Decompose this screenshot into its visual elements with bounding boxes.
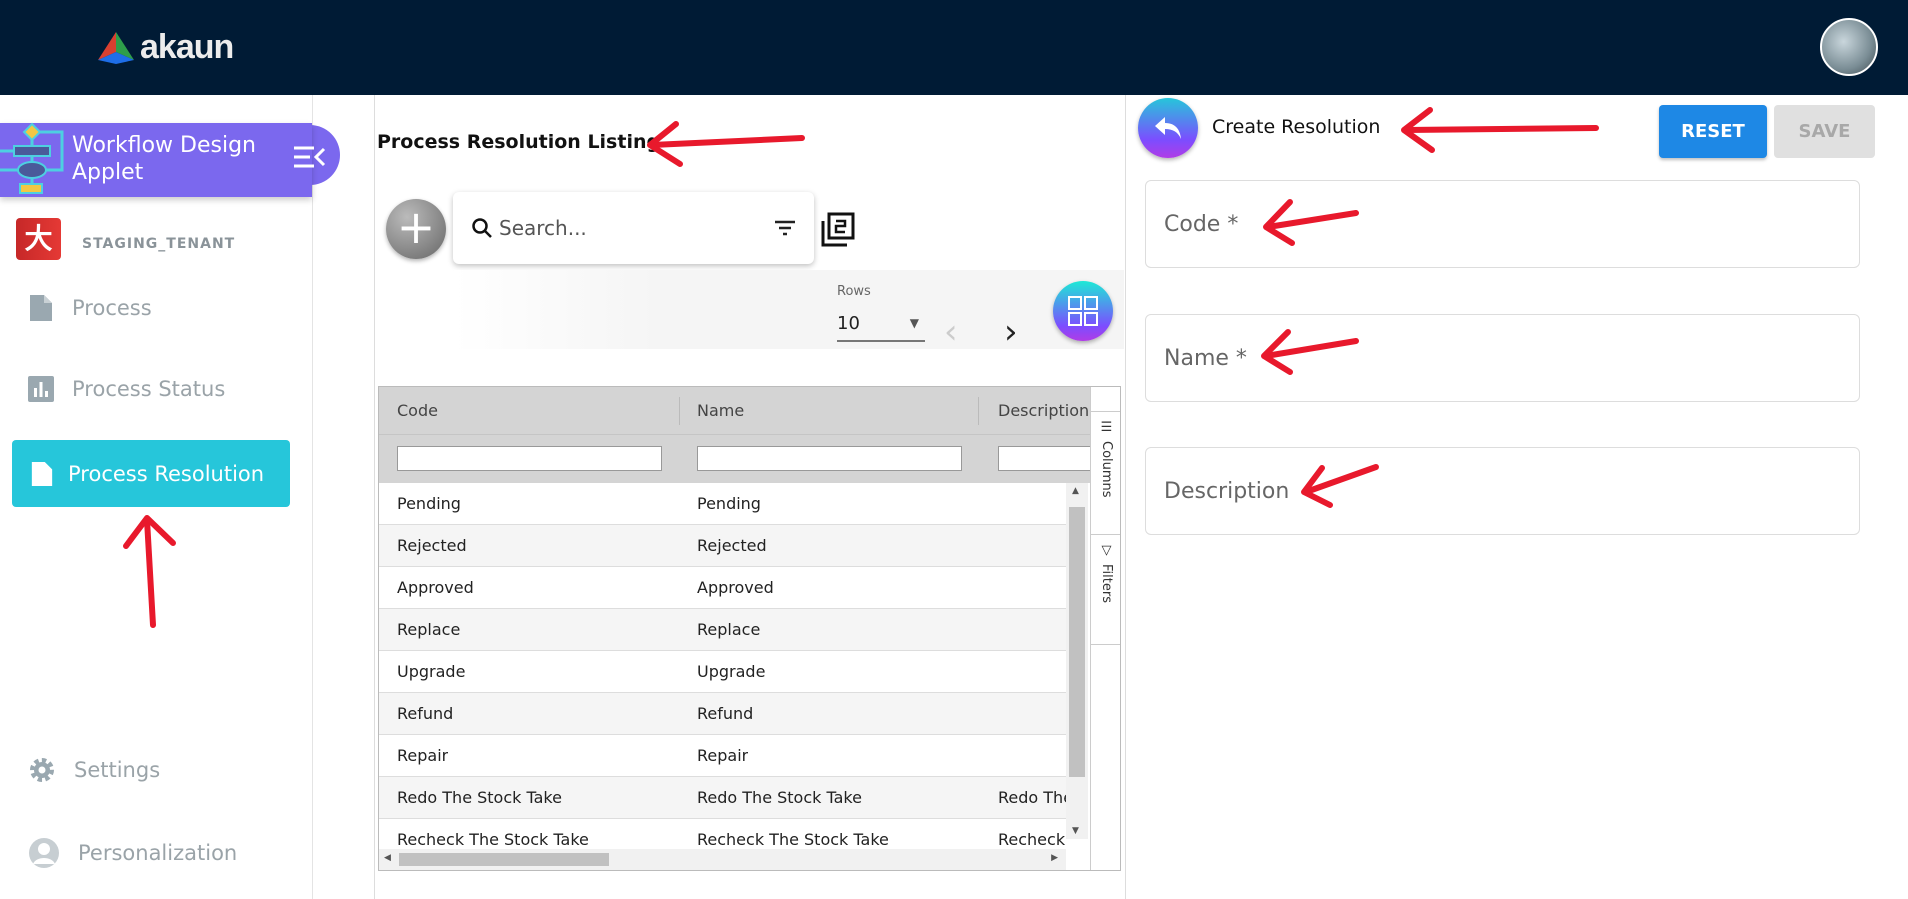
next-page-button[interactable]: ›	[1004, 312, 1018, 352]
file-icon	[30, 295, 52, 321]
code-cell: Approved	[397, 578, 474, 597]
sidebar-item-process-resolution[interactable]: Process Resolution	[12, 440, 290, 507]
table-body: Pending Pending Rejected Rejected Approved Ap…	[379, 483, 1066, 849]
search-icon	[472, 218, 492, 238]
grid-view-button[interactable]	[1053, 281, 1113, 341]
code-cell: Refund	[397, 704, 454, 723]
name-cell: Approved	[697, 578, 774, 597]
reset-button[interactable]: RESET	[1659, 105, 1767, 158]
code-cell: Redo The Stock Take	[397, 788, 562, 807]
name-cell: Redo The Stock Take	[697, 788, 862, 807]
save-button[interactable]: SAVE	[1774, 105, 1875, 158]
search-input[interactable]	[499, 216, 774, 240]
tenant-logo: 大	[16, 218, 61, 260]
description-field[interactable]: Description	[1145, 447, 1860, 535]
name-filter-input[interactable]	[697, 446, 962, 471]
code-cell: Recheck The Stock Take	[397, 830, 589, 849]
user-avatar[interactable]	[1820, 18, 1878, 76]
form-title: Create Resolution	[1212, 116, 1381, 138]
grid-icon	[1068, 296, 1098, 326]
top-bar	[0, 0, 1908, 95]
sidebar-item-process-status[interactable]: Process Status	[28, 376, 225, 402]
table-row[interactable]: Refund Refund	[379, 693, 1066, 735]
table-row[interactable]: Rejected Rejected	[379, 525, 1066, 567]
name-cell: Recheck The Stock Take	[697, 830, 889, 849]
sidebar-item-label: Process	[72, 296, 152, 320]
search-box	[453, 192, 814, 264]
name-cell: Upgrade	[697, 662, 766, 681]
filters-tab[interactable]: ▽ Filters	[1091, 535, 1120, 645]
sidebar-item-label: Personalization	[78, 841, 238, 865]
previous-page-button[interactable]: ‹	[944, 312, 958, 352]
pagination-bar	[454, 270, 1124, 349]
workflow-icon	[0, 122, 64, 194]
grid-side-panel: ☰ Columns ▽ Filters	[1090, 387, 1120, 870]
rows-per-page-select[interactable]: 10 ▼	[837, 306, 925, 342]
code-field-label: Code *	[1164, 211, 1239, 237]
rows-value: 10	[837, 312, 860, 334]
sidebar-item-label: Settings	[74, 758, 161, 782]
table-row[interactable]: Redo The Stock Take Redo The Stock Take Re…	[379, 777, 1066, 819]
column-filter-row	[379, 434, 1118, 483]
dropdown-arrow-icon: ▼	[909, 316, 919, 330]
table-row[interactable]: Repair Repair	[379, 735, 1066, 777]
resolution-table: Code Name Description Pending Pending Reje…	[378, 386, 1121, 871]
name-cell: Repair	[697, 746, 749, 765]
table-row[interactable]: Approved Approved	[379, 567, 1066, 609]
code-cell: Upgrade	[397, 662, 466, 681]
listing-title: Process Resolution Listing	[377, 131, 661, 153]
bar-chart-icon	[28, 376, 54, 402]
name-cell: Refund	[697, 704, 754, 723]
person-icon	[29, 838, 59, 868]
code-cell: Pending	[397, 494, 461, 513]
rows-label: Rows	[837, 284, 871, 299]
akaun-logo[interactable]: akaun	[96, 28, 234, 67]
sidebar-item-label: Process Resolution	[68, 461, 265, 486]
name-cell: Replace	[697, 620, 761, 639]
table-row[interactable]: Pending Pending	[379, 483, 1066, 525]
description-cell: Redo The	[998, 788, 1066, 807]
vertical-scrollbar[interactable]: ▲ ▼	[1066, 483, 1088, 839]
sidebar-item-personalization[interactable]: Personalization	[28, 837, 237, 869]
sidebar-item-label: Process Status	[72, 377, 226, 401]
description-field-label: Description	[1164, 478, 1290, 504]
filter-icon[interactable]	[774, 219, 796, 237]
add-button[interactable]: +	[386, 199, 446, 259]
applet-name: Workflow Design Applet	[72, 133, 256, 185]
filter-count-icon[interactable]	[820, 212, 856, 248]
columns-tab[interactable]: ☰ Columns	[1091, 411, 1120, 535]
sidebar-item-settings[interactable]: Settings	[28, 756, 160, 784]
code-cell: Replace	[397, 620, 461, 639]
horizontal-scrollbar[interactable]: ◀ ▶	[379, 849, 1066, 870]
back-button[interactable]	[1138, 98, 1198, 158]
column-header-code[interactable]: Code	[397, 401, 438, 420]
columns-icon: ☰	[1099, 420, 1114, 435]
gear-icon	[30, 758, 54, 782]
tenant-name: STAGING_TENANT	[82, 236, 236, 252]
table-row[interactable]: Upgrade Upgrade	[379, 651, 1066, 693]
name-cell: Pending	[697, 494, 761, 513]
name-cell: Rejected	[697, 536, 767, 555]
name-field[interactable]: Name *	[1145, 314, 1860, 402]
file-icon	[31, 461, 53, 486]
akaun-logo-icon	[98, 31, 134, 64]
back-arrow-icon	[1155, 117, 1181, 139]
column-header-description[interactable]: Description	[998, 401, 1089, 420]
table-row[interactable]: Replace Replace	[379, 609, 1066, 651]
description-cell: Recheck	[998, 830, 1066, 849]
name-field-label: Name *	[1164, 345, 1247, 371]
filter-funnel-icon: ▽	[1099, 543, 1114, 558]
code-cell: Rejected	[397, 536, 467, 555]
table-header: Code Name Description	[379, 387, 1090, 434]
code-field[interactable]: Code *	[1145, 180, 1860, 268]
code-filter-input[interactable]	[397, 446, 662, 471]
column-header-name[interactable]: Name	[697, 401, 744, 420]
table-row[interactable]: Recheck The Stock Take Recheck The Stock …	[379, 819, 1066, 849]
code-cell: Repair	[397, 746, 449, 765]
sidebar-item-process[interactable]: Process	[28, 293, 152, 323]
collapse-menu-icon[interactable]	[292, 145, 326, 169]
